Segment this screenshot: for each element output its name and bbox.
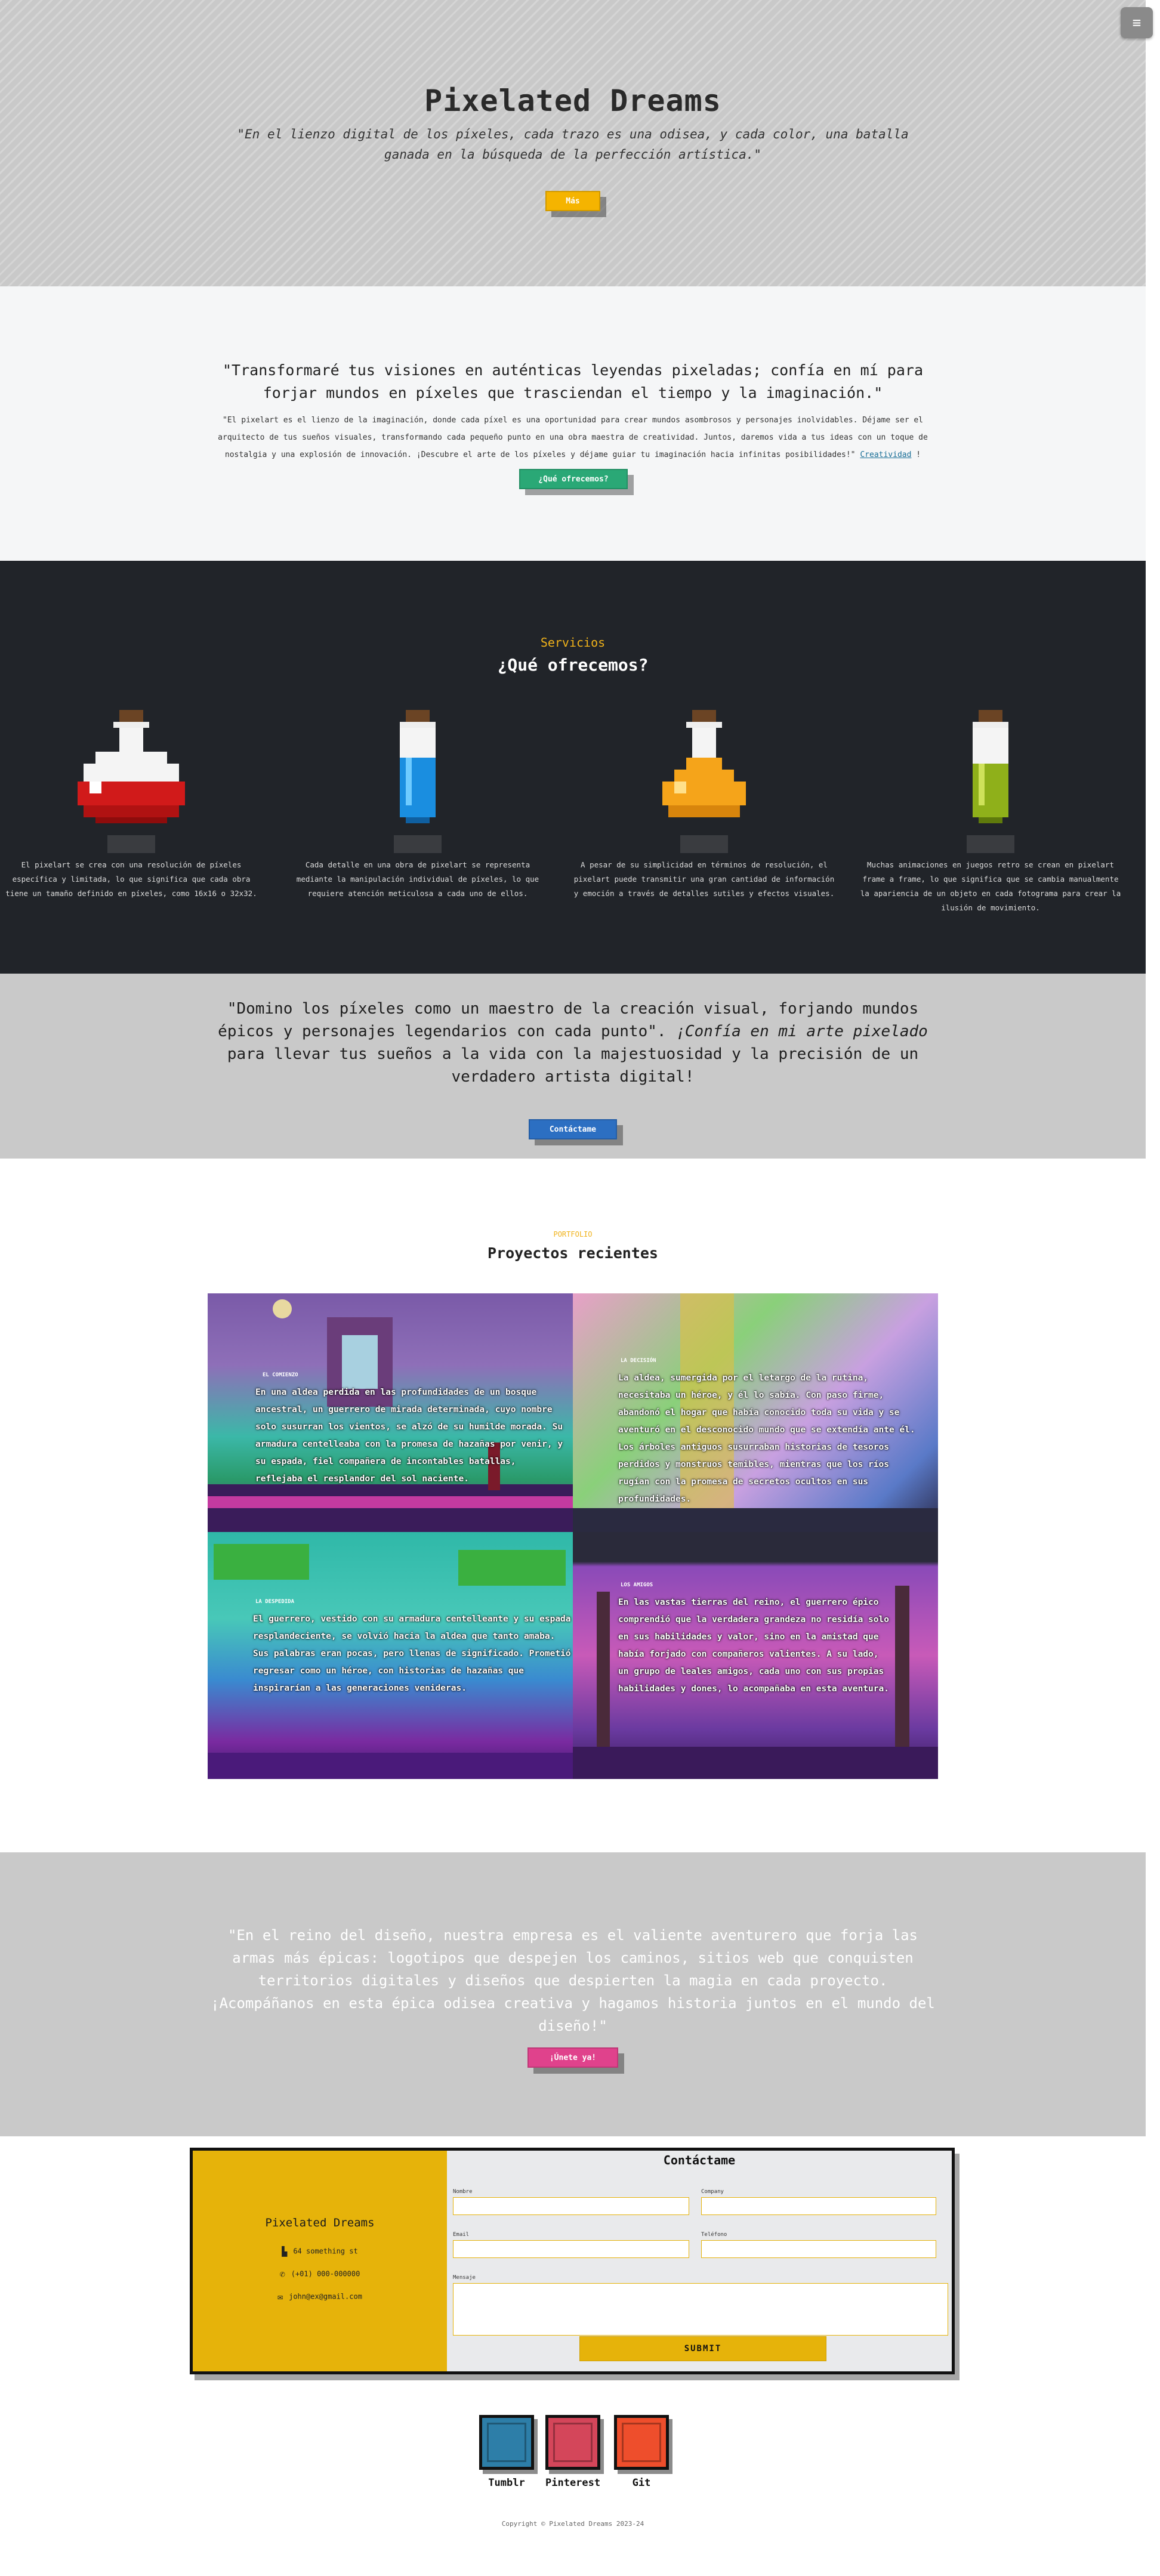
service-item: El pixelart se crea con una resolución d…: [0, 710, 263, 901]
social-label: Git: [632, 2477, 651, 2489]
contact-address-text: 64 something st: [293, 2247, 358, 2256]
statement-quote-emphasis: ¡Confía en mi arte pixelado: [675, 1023, 928, 1040]
service-text: Cada detalle en una obra de pixelart se …: [296, 860, 539, 898]
portfolio-tile[interactable]: LA DECISIÓN La aldea, sumergida por el l…: [573, 1293, 938, 1532]
git-icon: [614, 2415, 669, 2470]
statement-quote-end: para llevar tus sueños a la vida con la …: [227, 1045, 919, 1086]
tile-kicker: LA DESPEDIDA: [255, 1599, 295, 1605]
tile-text: El guerrero, vestido con su armadura cen…: [253, 1614, 571, 1693]
contact-email: ✉ john@ex@gmail.com: [193, 2291, 447, 2302]
intro-quote: "Transformaré tus visiones en auténticas…: [223, 362, 923, 401]
company-label: Company: [701, 2189, 724, 2195]
intro-paragraph-text: "El pixelart es el lienzo de la imaginac…: [218, 416, 928, 459]
tile-text: En una aldea perdida en las profundidade…: [255, 1388, 563, 1484]
envelope-icon: ✉: [277, 2291, 283, 2302]
pinterest-icon: [545, 2415, 600, 2470]
portfolio-tile[interactable]: EL COMIENZO En una aldea perdida en las …: [208, 1293, 573, 1532]
service-item: A pesar de su simplicidad en términos de…: [573, 710, 835, 901]
hero-title: Pixelated Dreams: [424, 84, 721, 118]
intro-section: "Transformaré tus visiones en auténticas…: [0, 286, 1146, 561]
contact-card: Pixelated Dreams ▙ 64 something st ✆ (+01)…: [190, 2148, 955, 2374]
portfolio-section: PORTFOLIO Proyectos recientes EL COMIENZ…: [0, 1159, 1146, 1852]
name-input[interactable]: [453, 2197, 689, 2215]
services-title: ¿Qué ofrecemos?: [497, 655, 649, 675]
phone-input[interactable]: [701, 2240, 936, 2258]
message-textarea[interactable]: [453, 2283, 948, 2336]
more-button[interactable]: Más: [545, 191, 600, 211]
social-tumblr[interactable]: Tumblr: [479, 2415, 534, 2489]
service-text: El pixelart se crea con una resolución d…: [5, 860, 257, 898]
contact-phone: ✆ (+01) 000-000000: [193, 2269, 447, 2280]
company-input[interactable]: [701, 2197, 936, 2215]
portfolio-tile[interactable]: LA DESPEDIDA El guerrero, vestido con su…: [208, 1532, 573, 1779]
contact-email-text: john@ex@gmail.com: [289, 2292, 362, 2301]
message-label: Mensaje: [453, 2275, 476, 2281]
intro-paragraph-suffix: !: [911, 450, 921, 459]
email-label: Email: [453, 2232, 470, 2238]
service-item: Cada detalle en una obra de pixelart se …: [286, 710, 549, 901]
social-label: Pinterest: [545, 2477, 601, 2489]
menu-button[interactable]: ≡: [1121, 7, 1153, 38]
red-round-potion-icon: [78, 710, 185, 853]
footer-copyright: Copyright © Pixelated Dreams 2023-24: [501, 2520, 644, 2528]
cta-quote: "En el reino del diseño, nuestra empresa…: [211, 1927, 935, 2034]
tile-kicker: LOS AMIGOS: [621, 1582, 653, 1588]
green-tube-potion-icon: [967, 710, 1014, 853]
hero-section: Pixelated Dreams "En el lienzo digital d…: [0, 0, 1146, 286]
name-label: Nombre: [453, 2189, 473, 2195]
hero-quote: "En el lienzo digital de los píxeles, ca…: [237, 127, 909, 162]
service-text: Muchas animaciones en juegos retro se cr…: [860, 860, 1121, 912]
email-input[interactable]: [453, 2240, 689, 2258]
portfolio-kicker: PORTFOLIO: [553, 1230, 593, 1238]
social-label: Tumblr: [488, 2477, 525, 2489]
social-git[interactable]: Git: [614, 2415, 669, 2489]
contact-info-panel: Pixelated Dreams ▙ 64 something st ✆ (+01)…: [193, 2151, 447, 2371]
service-item: Muchas animaciones en juegos retro se cr…: [859, 710, 1122, 915]
building-icon: ▙: [282, 2246, 288, 2257]
join-button[interactable]: ¡Únete ya!: [527, 2047, 618, 2068]
portfolio-title: Proyectos recientes: [488, 1244, 658, 1262]
services-kicker: Servicios: [540, 635, 606, 650]
tile-text: En las vastas tierras del reino, el guer…: [618, 1598, 889, 1694]
what-we-offer-button[interactable]: ¿Qué ofrecemos?: [519, 469, 628, 489]
submit-button[interactable]: SUBMIT: [579, 2336, 826, 2361]
intro-paragraph: "El pixelart es el lienzo de la imaginac…: [212, 412, 934, 464]
phone-icon: ✆: [279, 2269, 285, 2280]
tumblr-icon: [479, 2415, 534, 2470]
phone-label: Teléfono: [701, 2232, 727, 2238]
portfolio-tile[interactable]: LOS AMIGOS En las vastas tierras del rei…: [573, 1532, 938, 1779]
hamburger-menu-icon: ≡: [1132, 14, 1142, 31]
contact-form-title: Contáctame: [663, 2153, 736, 2167]
contact-phone-text: (+01) 000-000000: [291, 2269, 360, 2278]
statement-quote: "Domino los píxeles como un maestro de l…: [197, 997, 949, 1088]
blue-tube-potion-icon: [394, 710, 442, 853]
orange-flask-potion-icon: [662, 710, 746, 853]
services-section: Servicios ¿Qué ofrecemos? El pixelart se…: [0, 561, 1146, 974]
tile-text: La aldea, sumergida por el letargo de la…: [618, 1373, 915, 1504]
contact-address: ▙ 64 something st: [193, 2246, 447, 2257]
creatividad-link[interactable]: Creatividad: [860, 450, 911, 459]
cta-section: "En el reino del diseño, nuestra empresa…: [0, 1852, 1146, 2136]
statement-section: "Domino los píxeles como un maestro de l…: [0, 974, 1146, 1159]
service-text: A pesar de su simplicidad en términos de…: [573, 860, 835, 898]
contact-brand: Pixelated Dreams: [265, 2216, 375, 2229]
tile-kicker: EL COMIENZO: [263, 1372, 298, 1378]
tile-kicker: LA DECISIÓN: [621, 1358, 656, 1364]
social-pinterest[interactable]: Pinterest: [545, 2415, 600, 2489]
contact-button[interactable]: Contáctame: [529, 1119, 617, 1139]
